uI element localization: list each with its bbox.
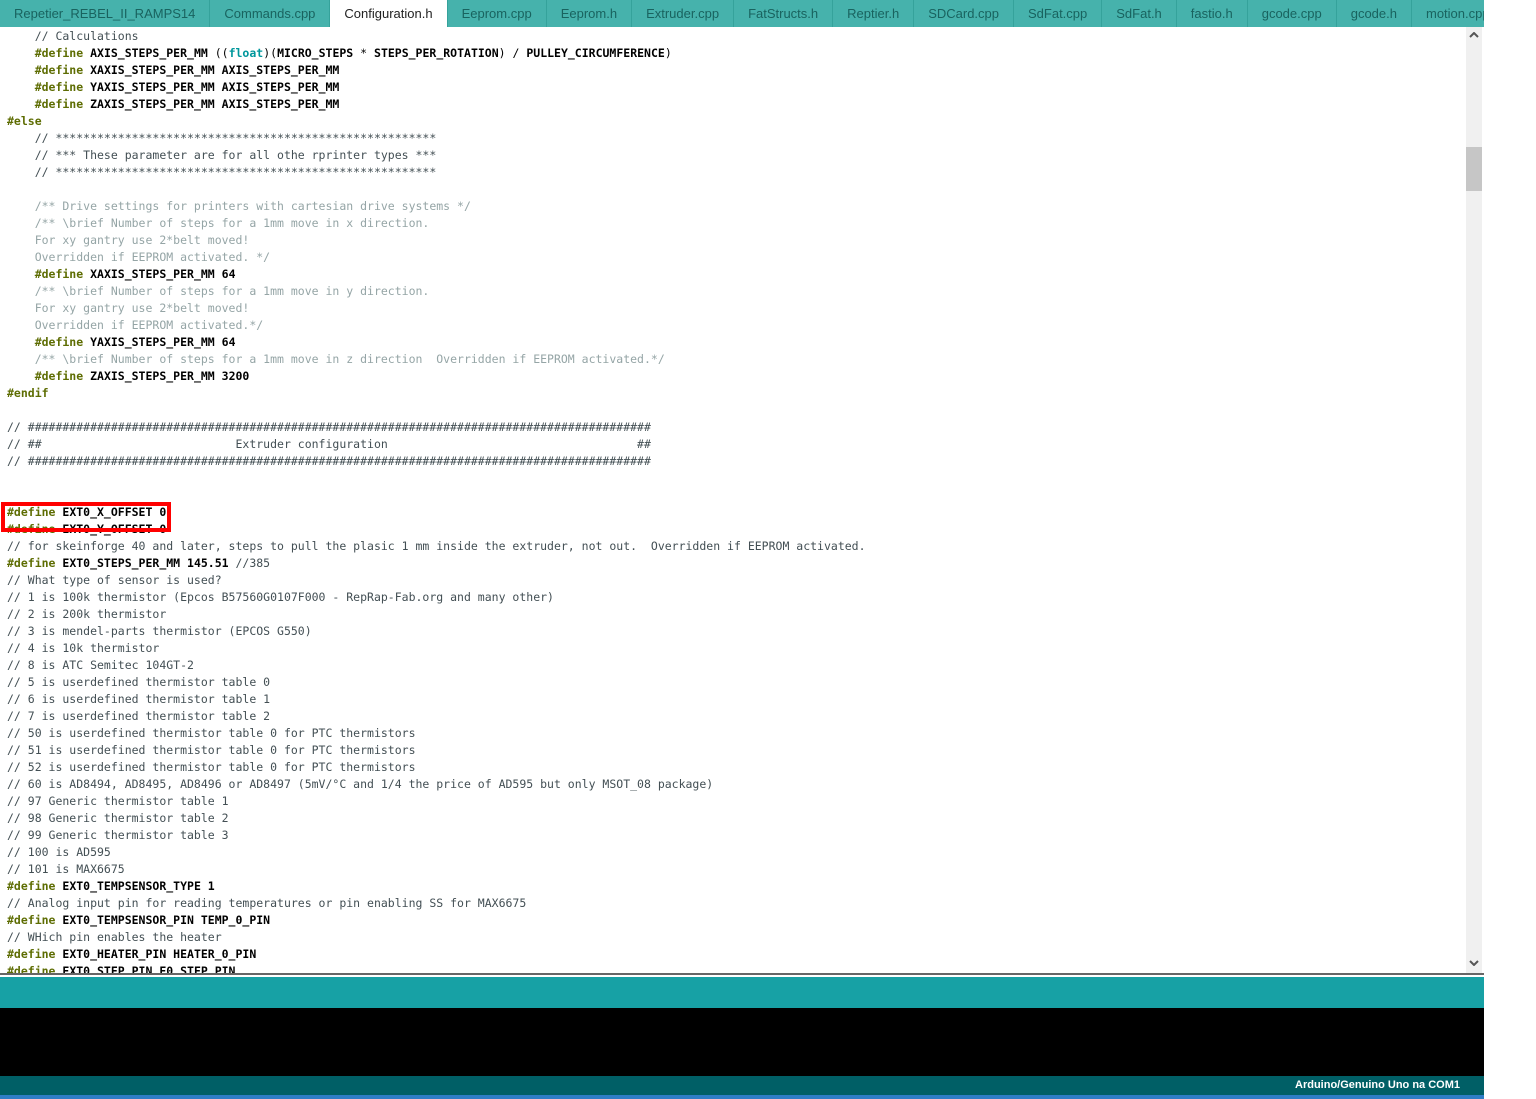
- tab-commands-cpp[interactable]: Commands.cpp: [210, 0, 331, 27]
- scroll-up-button[interactable]: [1466, 27, 1482, 43]
- tab-extruder-cpp[interactable]: Extruder.cpp: [632, 0, 735, 27]
- tab-gcode-cpp[interactable]: gcode.cpp: [1248, 0, 1337, 27]
- code-line: // 3 is mendel-parts thermistor (EPCOS G…: [7, 624, 312, 638]
- scroll-down-icon: [1469, 960, 1479, 966]
- code-line: // 98 Generic thermistor table 2: [7, 811, 229, 825]
- code-line: // 7 is userdefined thermistor table 2: [7, 709, 271, 723]
- code-line: // 4 is 10k thermistor: [7, 641, 160, 655]
- code-line: #define ZAXIS_STEPS_PER_MM AXIS_STEPS_PE…: [7, 97, 340, 111]
- tab-motion-cpp[interactable]: motion.cpp: [1412, 0, 1484, 27]
- tab-label: SDCard.cpp: [928, 6, 999, 21]
- scroll-up-icon: [1469, 32, 1479, 38]
- app-window: Repetier_REBEL_II_RAMPS14 Commands.cpp Con…: [0, 0, 1484, 1099]
- tab-label: Commands.cpp: [224, 6, 316, 21]
- code-line: // 8 is ATC Semitec 104GT-2: [7, 658, 194, 672]
- code-line: /** \brief Number of steps for a 1mm mov…: [7, 352, 665, 366]
- code-line: #define EXT0_HEATER_PIN HEATER_0_PIN: [7, 947, 257, 961]
- tab-label: gcode.cpp: [1261, 6, 1322, 21]
- code-line: // 1 is 100k thermistor (Epcos B57560G01…: [7, 590, 554, 604]
- code-line: #define EXT0_STEP_PIN E0_STEP_PIN: [7, 964, 236, 975]
- code-line: // 6 is userdefined thermistor table 1: [7, 692, 271, 706]
- code-line: #define XAXIS_STEPS_PER_MM AXIS_STEPS_PE…: [7, 63, 340, 77]
- tab-label: Eeprom.h: [560, 6, 618, 21]
- tab-sdfat-h[interactable]: SdFat.h: [1102, 0, 1177, 27]
- code-line: // 50 is userdefined thermistor table 0 …: [7, 726, 416, 740]
- code-line: // 101 is MAX6675: [7, 862, 125, 876]
- tab-fatstructs-h[interactable]: FatStructs.h: [734, 0, 834, 27]
- window-accent-line: [0, 1095, 1484, 1099]
- code-line: #define YAXIS_STEPS_PER_MM 64: [7, 335, 236, 349]
- tab-configuration-h[interactable]: Configuration.h: [330, 0, 448, 27]
- code-line: // #####################################…: [7, 454, 651, 468]
- status-bar: [0, 977, 1484, 1008]
- code-line: // 60 is AD8494, AD8495, AD8496 or AD849…: [7, 777, 714, 791]
- tab-label: SdFat.h: [1116, 6, 1162, 21]
- tab-gcode-h[interactable]: gcode.h: [1337, 0, 1412, 27]
- code-line: #else: [7, 114, 42, 128]
- code-line: Overridden if EEPROM activated.*/: [7, 318, 264, 332]
- code-line: // ## Extruder configuration ##: [7, 437, 651, 451]
- tab-label: motion.cpp: [1425, 6, 1484, 21]
- code-line: For xy gantry use 2*belt moved!: [7, 233, 250, 247]
- tab-sdcard-cpp[interactable]: SDCard.cpp: [914, 0, 1014, 27]
- code-line: // 2 is 200k thermistor: [7, 607, 167, 621]
- code-line: // #####################################…: [7, 420, 651, 434]
- code-line: #define EXT0_TEMPSENSOR_TYPE 1: [7, 879, 215, 893]
- code-line: #define EXT0_STEPS_PER_MM 145.51 //385: [7, 556, 271, 570]
- code-line: #define XAXIS_STEPS_PER_MM 64: [7, 267, 236, 281]
- code-line: /** Drive settings for printers with car…: [7, 199, 471, 213]
- code-line: // 97 Generic thermistor table 1: [7, 794, 229, 808]
- code-line: // WHich pin enables the heater: [7, 930, 222, 944]
- code-line: // *** These parameter are for all othe …: [7, 148, 437, 162]
- vertical-scrollbar[interactable]: [1466, 27, 1482, 973]
- tab-fastio-h[interactable]: fastio.h: [1177, 0, 1248, 27]
- highlight-box: [1, 502, 171, 532]
- tab-label: gcode.h: [1350, 6, 1397, 21]
- code-line: // 100 is AD595: [7, 845, 111, 859]
- code-line: // What type of sensor is used?: [7, 573, 222, 587]
- tab-label: fastio.h: [1190, 6, 1233, 21]
- code-line: #define YAXIS_STEPS_PER_MM AXIS_STEPS_PE…: [7, 80, 340, 94]
- tab-label: FatStructs.h: [748, 6, 819, 21]
- code-line: // *************************************…: [7, 165, 437, 179]
- code-editor[interactable]: // Calculations #define AXIS_STEPS_PER_M…: [0, 27, 1484, 975]
- code-line: // 51 is userdefined thermistor table 0 …: [7, 743, 416, 757]
- scrollbar-thumb[interactable]: [1466, 147, 1482, 191]
- tab-eeprom-cpp[interactable]: Eeprom.cpp: [448, 0, 547, 27]
- code-line: Overridden if EEPROM activated. */: [7, 250, 271, 264]
- tab-reptier-h[interactable]: Reptier.h: [833, 0, 915, 27]
- code-line: // *************************************…: [7, 131, 437, 145]
- scroll-down-button[interactable]: [1466, 955, 1482, 971]
- tab-label: Configuration.h: [344, 6, 433, 21]
- tab-repetier-rebel-ii-ramps14[interactable]: Repetier_REBEL_II_RAMPS14: [0, 0, 211, 27]
- tab-sdfat-cpp[interactable]: SdFat.cpp: [1014, 0, 1103, 27]
- console-output: [0, 1008, 1484, 1076]
- board-port-label: Arduino/Genuino Uno na COM1: [0, 1076, 1484, 1095]
- tab-label: SdFat.cpp: [1028, 6, 1088, 21]
- code-line: // for skeinforge 40 and later, steps to…: [7, 539, 866, 553]
- tab-eeprom-h[interactable]: Eeprom.h: [547, 0, 633, 27]
- tab-label: Reptier.h: [847, 6, 900, 21]
- tab-label: Eeprom.cpp: [461, 6, 532, 21]
- code-line: #define AXIS_STEPS_PER_MM ((float)(MICRO…: [7, 46, 672, 60]
- code-line: // 99 Generic thermistor table 3: [7, 828, 229, 842]
- code-line: // Calculations: [7, 29, 139, 43]
- tab-label: Extruder.cpp: [646, 6, 720, 21]
- code-line: /** \brief Number of steps for a 1mm mov…: [7, 284, 430, 298]
- tab-bar: Repetier_REBEL_II_RAMPS14 Commands.cpp Con…: [0, 0, 1484, 27]
- code-line: // Analog input pin for reading temperat…: [7, 896, 527, 910]
- code-line: #endif: [7, 386, 49, 400]
- code-line: For xy gantry use 2*belt moved!: [7, 301, 250, 315]
- code-line: /** \brief Number of steps for a 1mm mov…: [7, 216, 430, 230]
- code-line: // 5 is userdefined thermistor table 0: [7, 675, 271, 689]
- code-line: #define ZAXIS_STEPS_PER_MM 3200: [7, 369, 250, 383]
- tab-label: Repetier_REBEL_II_RAMPS14: [14, 6, 196, 21]
- code-line: // 52 is userdefined thermistor table 0 …: [7, 760, 416, 774]
- code-line: #define EXT0_TEMPSENSOR_PIN TEMP_0_PIN: [7, 913, 271, 927]
